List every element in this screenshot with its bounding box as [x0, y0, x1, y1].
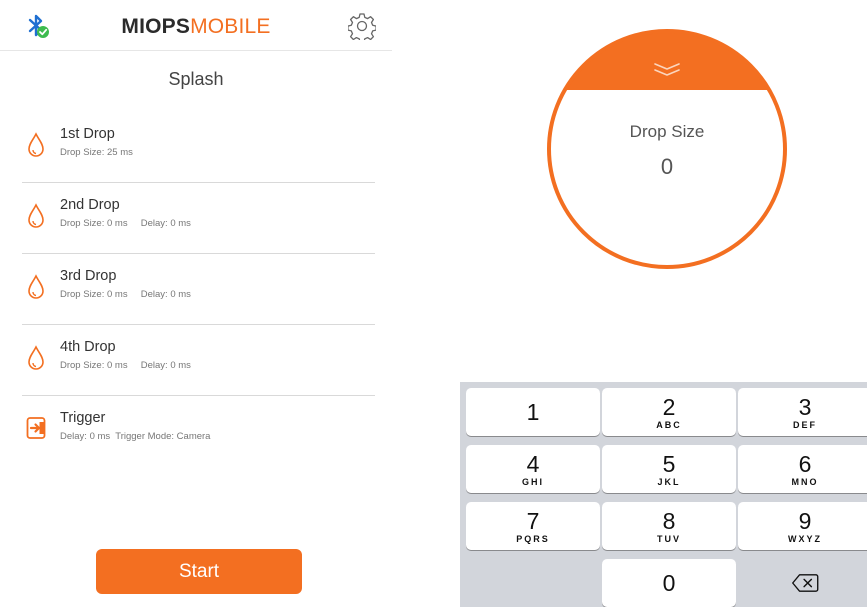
trigger-icon — [26, 417, 46, 439]
key-6[interactable]: 6 MNO — [738, 445, 867, 493]
drop-icon — [28, 345, 44, 370]
step-2nd-drop[interactable]: 2nd Drop Drop Size: 0 ms Delay: 0 ms — [22, 182, 375, 254]
left-panel: MIOPSMOBILE Splash 1st Drop Drop Size: 2… — [0, 0, 392, 607]
step-subtitle: Drop Size: 0 ms Delay: 0 ms — [60, 360, 191, 371]
numeric-keypad: 1 2 ABC 3 DEF 4 GHI 5 JKL 6 MNO 7 PQRS 8… — [460, 382, 867, 607]
step-title: 3rd Drop — [60, 268, 117, 284]
key-3[interactable]: 3 DEF — [738, 388, 867, 436]
step-title: Trigger — [60, 410, 106, 426]
page-title: Splash — [168, 69, 224, 89]
start-button[interactable]: Start — [96, 549, 302, 594]
backspace-icon — [792, 574, 819, 592]
step-subtitle: Drop Size: 0 ms Delay: 0 ms — [60, 289, 191, 300]
drop-icon — [28, 274, 44, 299]
key-2[interactable]: 2 ABC — [602, 388, 736, 436]
drop-size-dial[interactable] — [543, 25, 791, 273]
dial-value: 0 — [660, 154, 674, 179]
key-9[interactable]: 9 WXYZ — [738, 502, 867, 550]
step-title: 2nd Drop — [60, 197, 120, 213]
app-header: MIOPSMOBILE — [0, 0, 392, 51]
gear-icon[interactable] — [348, 12, 376, 40]
step-title: 4th Drop — [60, 339, 116, 355]
step-1st-drop[interactable]: 1st Drop Drop Size: 25 ms — [22, 111, 375, 183]
step-subtitle: Delay: 0 ms Trigger Mode: Camera — [60, 431, 211, 442]
drop-icon — [28, 132, 44, 157]
delete-key[interactable] — [738, 559, 867, 607]
key-8[interactable]: 8 TUV — [602, 502, 736, 550]
key-5[interactable]: 5 JKL — [602, 445, 736, 493]
step-4th-drop[interactable]: 4th Drop Drop Size: 0 ms Delay: 0 ms — [22, 324, 375, 396]
step-subtitle: Drop Size: 0 ms Delay: 0 ms — [60, 218, 191, 229]
key-4[interactable]: 4 GHI — [466, 445, 600, 493]
brand-logo: MIOPSMOBILE — [121, 15, 271, 38]
step-subtitle: Drop Size: 25 ms — [60, 147, 133, 158]
drop-icon — [28, 203, 44, 228]
step-trigger[interactable]: Trigger Delay: 0 ms Trigger Mode: Camera — [22, 395, 375, 466]
key-0[interactable]: 0 — [602, 559, 736, 607]
step-title: 1st Drop — [60, 126, 115, 142]
key-1[interactable]: 1 — [466, 388, 600, 436]
dial-label: Drop Size — [629, 122, 705, 141]
key-7[interactable]: 7 PQRS — [466, 502, 600, 550]
step-3rd-drop[interactable]: 3rd Drop Drop Size: 0 ms Delay: 0 ms — [22, 253, 375, 325]
